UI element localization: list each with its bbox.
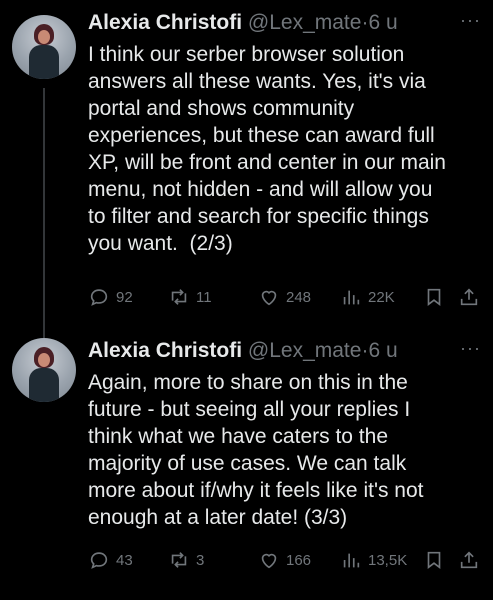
avatar[interactable]	[12, 338, 76, 402]
avatar[interactable]	[12, 15, 76, 79]
reply-count: 92	[116, 288, 133, 306]
tweet-header: Alexia Christofi @Lex_mate·6 u ···	[88, 8, 481, 38]
repost-count: 3	[196, 551, 205, 569]
repost-icon	[171, 289, 187, 305]
views-chart-icon	[343, 290, 360, 305]
heart-icon	[261, 290, 277, 306]
more-options-icon[interactable]: ···	[460, 336, 481, 360]
reply-icon	[90, 552, 108, 569]
author-name[interactable]: Alexia Christofi	[88, 339, 242, 362]
views-button[interactable]: 22K	[340, 286, 395, 308]
reply-icon	[90, 289, 108, 306]
tweet-actions: 43 3 166 13,5K	[88, 547, 480, 573]
bookmark-icon	[427, 551, 441, 569]
timestamp[interactable]: 6 u	[368, 339, 397, 362]
author-handle[interactable]: @Lex_mate	[248, 339, 362, 362]
repost-icon	[171, 552, 187, 568]
view-count: 13,5K	[368, 551, 408, 569]
more-options-icon[interactable]: ···	[460, 8, 481, 32]
repost-button[interactable]: 11	[168, 286, 212, 308]
share-icon	[460, 288, 478, 306]
reply-button[interactable]: 43	[88, 549, 133, 571]
tweet[interactable]: Alexia Christofi @Lex_mate·6 u ··· Again…	[0, 330, 493, 600]
author-handle[interactable]: @Lex_mate	[248, 11, 362, 34]
views-button[interactable]: 13,5K	[340, 549, 407, 571]
reply-count: 43	[116, 551, 133, 569]
tweet-actions: 92 11 248 22K	[88, 284, 480, 310]
share-icon	[460, 551, 478, 569]
like-count: 248	[286, 288, 312, 306]
heart-icon	[261, 553, 277, 569]
tweet[interactable]: Alexia Christofi @Lex_mate·6 u ··· I thi…	[0, 0, 493, 338]
share-button[interactable]	[458, 549, 480, 571]
author-name[interactable]: Alexia Christofi	[88, 11, 242, 34]
bookmark-icon	[427, 288, 441, 306]
repost-button[interactable]: 3	[168, 549, 204, 571]
timestamp[interactable]: 6 u	[368, 11, 397, 34]
tweet-header: Alexia Christofi @Lex_mate·6 u ···	[88, 336, 481, 366]
views-chart-icon	[343, 553, 360, 568]
bookmark-button[interactable]	[423, 549, 445, 571]
tweet-text: I think our serber browser solution answ…	[88, 43, 446, 255]
like-count: 166	[286, 551, 312, 569]
view-count: 22K	[368, 288, 395, 306]
thread-line	[43, 88, 45, 338]
like-button[interactable]: 166	[258, 549, 311, 571]
share-button[interactable]	[458, 286, 480, 308]
tweet-text: Again, more to share on this in the futu…	[88, 371, 424, 529]
like-button[interactable]: 248	[258, 286, 311, 308]
repost-count: 11	[196, 288, 212, 306]
reply-button[interactable]: 92	[88, 286, 133, 308]
bookmark-button[interactable]	[423, 286, 445, 308]
